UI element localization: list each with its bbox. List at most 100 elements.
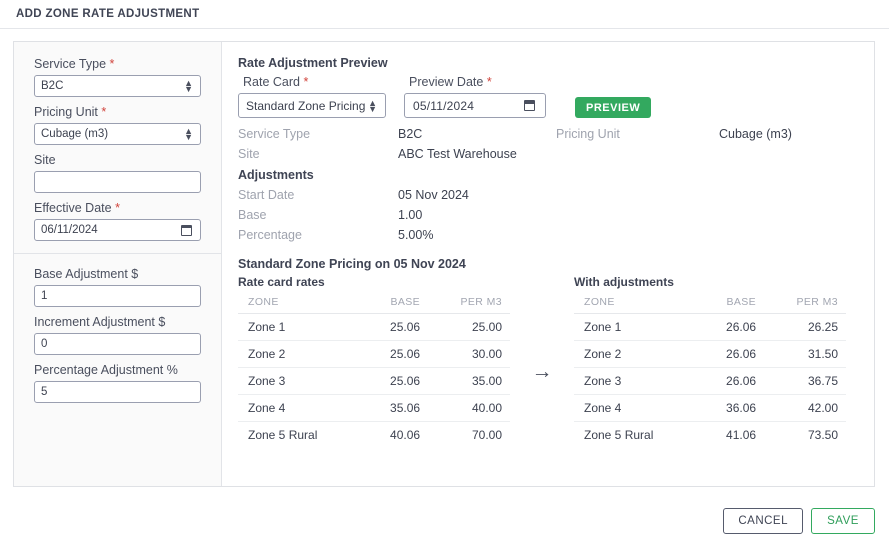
summary-row: Service Type B2C Pricing Unit Cubage (m3…	[238, 124, 858, 144]
adjustment-row: Percentage 5.00%	[238, 225, 858, 245]
required-marker: *	[109, 57, 115, 71]
base-adjustment-value: 1	[41, 290, 48, 302]
summary-value-secondary: Cubage (m3)	[719, 127, 792, 141]
preview-section-title: Rate Adjustment Preview	[238, 56, 388, 70]
page-title: ADD ZONE RATE ADJUSTMENT	[16, 8, 200, 20]
table-row: Zone 3 26.06 36.75	[574, 367, 846, 395]
cell-base: 36.06	[698, 394, 765, 422]
pricing-unit-value: Cubage (m3)	[41, 128, 109, 140]
summary-key: Service Type	[238, 127, 311, 141]
table-header-row: ZONE BASE PER M3	[238, 293, 510, 314]
cell-base: 25.06	[362, 340, 429, 368]
table-row: Zone 1 26.06 26.25	[574, 313, 846, 341]
column-header-per-m3: PER M3	[428, 293, 510, 314]
form-card: Service Type * B2C ▲ ▼ Pricing Unit * Cub…	[13, 41, 875, 487]
required-marker: *	[115, 201, 120, 215]
cell-per-m3: 26.25	[764, 313, 846, 341]
site-label: Site	[34, 152, 201, 169]
adjustment-key: Start Date	[238, 188, 295, 202]
table-caption: With adjustments	[574, 275, 674, 289]
rate-card-select[interactable]: Standard Zone Pricing ▲ ▼	[238, 93, 386, 118]
preview-date-value: 05/11/2024	[413, 98, 475, 113]
cell-zone: Zone 1	[238, 313, 363, 341]
with-adjustments-table: ZONE BASE PER M3 Zone 1 26.06 26.25 Zone…	[574, 293, 846, 448]
pricing-unit-select[interactable]: Cubage (m3) ▲ ▼	[34, 123, 201, 145]
with-adjustments-block: With adjustments ZONE BASE PER M3 Zone 1	[574, 275, 846, 448]
summary-key-secondary	[556, 144, 719, 164]
summary-value: B2C	[398, 127, 423, 141]
rate-tables-comparison: Rate card rates ZONE BASE PER M3 Zone 1	[238, 275, 858, 448]
cell-per-m3: 36.75	[764, 367, 846, 395]
chevron-updown-icon: ▲ ▼	[184, 126, 193, 142]
cell-base: 26.06	[698, 340, 765, 368]
adjustment-value: 05 Nov 2024	[398, 188, 469, 202]
cell-base: 26.06	[698, 313, 765, 341]
cell-base: 25.06	[362, 313, 429, 341]
effective-date-value: 06/11/2024	[41, 224, 98, 236]
rate-card-label: Rate Card *	[238, 74, 386, 91]
cell-zone: Zone 3	[574, 367, 699, 395]
cancel-button[interactable]: CANCEL	[723, 507, 803, 534]
cell-base: 25.06	[362, 367, 429, 395]
field-rate-card: Rate Card * Standard Zone Pricing ▲ ▼	[238, 74, 386, 118]
base-adjustment-input[interactable]: 1	[34, 285, 201, 307]
summary-key: Site	[238, 147, 260, 161]
cell-per-m3: 42.00	[764, 394, 846, 422]
adjustments-title: Adjustments	[238, 168, 314, 182]
column-header-base: BASE	[362, 293, 429, 314]
sidebar-divider	[14, 253, 221, 254]
increment-adjustment-input[interactable]: 0	[34, 333, 201, 355]
percentage-adjustment-value: 5	[41, 386, 48, 398]
table-row: Zone 2 26.06 31.50	[574, 340, 846, 368]
cell-per-m3: 30.00	[428, 340, 510, 368]
base-adjustment-label: Base Adjustment $	[34, 267, 139, 281]
cell-zone: Zone 4	[574, 394, 699, 422]
preview-controls-row: Rate Card * Standard Zone Pricing ▲ ▼ Pre…	[238, 74, 858, 118]
effective-date-label: Effective Date *	[34, 200, 201, 217]
rate-card-heading: Standard Zone Pricing on 05 Nov 2024	[238, 257, 466, 271]
column-header-zone: ZONE	[574, 293, 699, 314]
preview-button[interactable]: PREVIEW	[575, 97, 652, 118]
cell-zone: Zone 5 Rural	[248, 428, 318, 442]
adjustment-row: Start Date 05 Nov 2024	[238, 185, 858, 205]
percentage-adjustment-input[interactable]: 5	[34, 381, 201, 403]
pricing-unit-label: Pricing Unit *	[34, 104, 201, 121]
required-marker: *	[101, 105, 107, 119]
calendar-icon[interactable]	[523, 100, 536, 111]
table-row: Zone 4 36.06 42.00	[574, 394, 846, 422]
cell-per-m3: 31.50	[764, 340, 846, 368]
save-button[interactable]: SAVE	[811, 507, 875, 534]
cell-per-m3: 25.00	[428, 313, 510, 341]
effective-date-label-text: Effective Date	[34, 201, 112, 215]
cell-base: 40.06	[390, 428, 421, 442]
summary-row: Site ABC Test Warehouse	[238, 144, 858, 164]
preview-summary: Service Type B2C Pricing Unit Cubage (m3…	[238, 124, 858, 164]
preview-date-input[interactable]: 05/11/2024	[404, 93, 546, 118]
cell-zone: Zone 1	[574, 313, 699, 341]
table-row: Zone 2 25.06 30.00	[238, 340, 510, 368]
column-header-zone: ZONE	[238, 293, 363, 314]
table-row: Zone 3 25.06 35.00	[238, 367, 510, 395]
adjustment-value: 5.00%	[398, 228, 434, 242]
service-type-value: B2C	[41, 80, 64, 92]
table-row: Zone 1 25.06 25.00	[238, 313, 510, 341]
summary-value: ABC Test Warehouse	[398, 147, 517, 161]
column-header-per-m3: PER M3	[764, 293, 846, 314]
preview-panel: Rate Adjustment Preview Rate Card * Stan…	[222, 42, 874, 486]
adjustment-key: Base	[238, 208, 267, 222]
effective-date-input[interactable]: 06/11/2024	[34, 219, 201, 241]
cell-base: 41.06	[726, 428, 757, 442]
service-type-select[interactable]: B2C ▲ ▼	[34, 75, 201, 97]
service-type-label: Service Type *	[34, 56, 201, 73]
arrow-right-icon: →	[531, 360, 553, 383]
adjustment-key: Percentage	[238, 228, 302, 242]
rate-card-value: Standard Zone Pricing	[246, 98, 366, 113]
calendar-icon[interactable]	[180, 224, 193, 236]
increment-adjustment-label: Increment Adjustment $	[34, 315, 166, 329]
rate-card-rates-table: ZONE BASE PER M3 Zone 1 25.06 25.00 Zone…	[238, 293, 510, 448]
field-pricing-unit: Pricing Unit * Cubage (m3) ▲ ▼	[34, 104, 201, 145]
site-input[interactable]	[34, 171, 201, 193]
adjustment-form-sidebar: Service Type * B2C ▲ ▼ Pricing Unit * Cub…	[14, 42, 222, 486]
table-row: Zone 5 Rural 41.06 73.50	[574, 422, 846, 449]
adjustment-row: Base 1.00	[238, 205, 858, 225]
